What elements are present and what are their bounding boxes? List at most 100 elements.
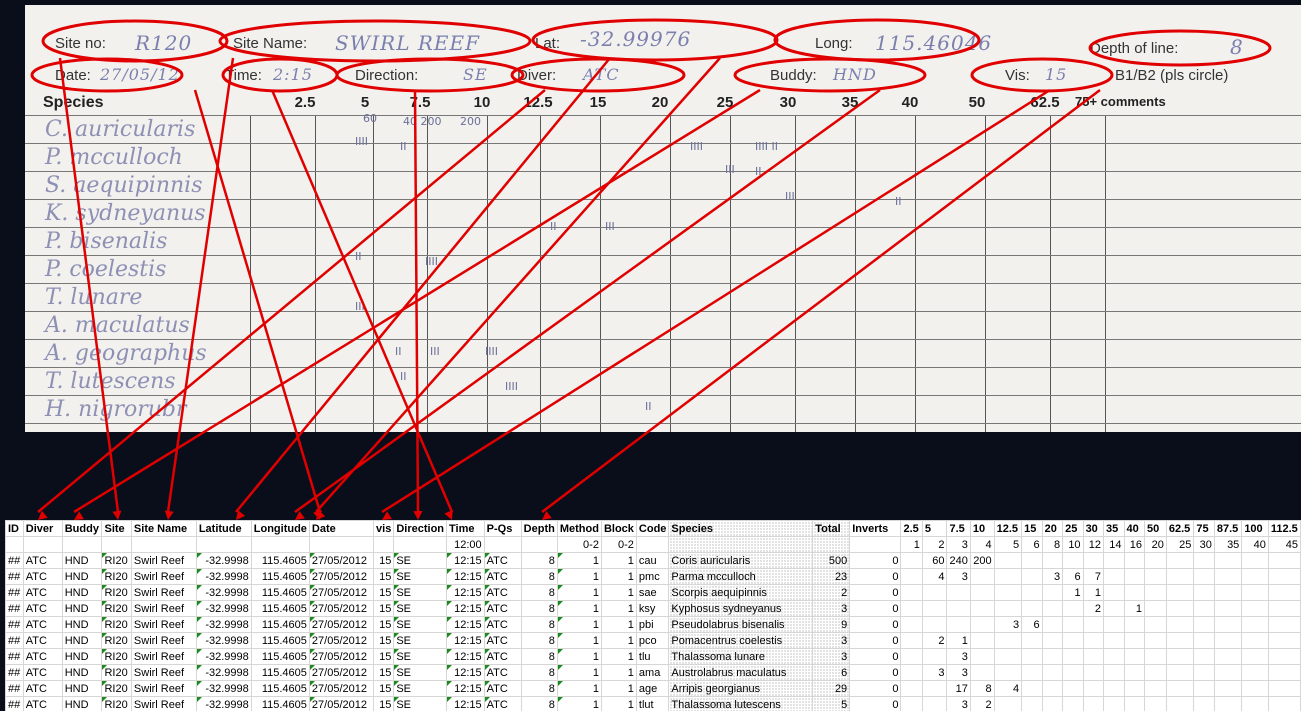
table-cell[interactable]: 3 xyxy=(993,616,1023,633)
table-cell[interactable]: 12 xyxy=(1082,536,1105,553)
table-cell[interactable]: 1 xyxy=(556,616,602,633)
table-cell[interactable] xyxy=(1193,664,1215,681)
table-cell[interactable] xyxy=(1165,648,1195,665)
table-cell[interactable]: -32.9998 xyxy=(195,584,252,601)
table-cell[interactable]: 8 xyxy=(520,600,558,617)
table-cell[interactable] xyxy=(1021,584,1043,601)
table-cell[interactable]: ama xyxy=(635,664,670,681)
table-cell[interactable]: 15 xyxy=(373,648,395,665)
table-cell[interactable]: 1 xyxy=(556,664,602,681)
table-cell[interactable]: 15 xyxy=(373,616,395,633)
table-cell[interactable]: 23 xyxy=(812,568,851,585)
table-cell[interactable]: ## xyxy=(5,696,24,711)
table-cell[interactable] xyxy=(1123,696,1146,711)
table-cell[interactable]: ## xyxy=(5,664,24,681)
table-cell[interactable] xyxy=(900,648,923,665)
table-cell[interactable]: HND xyxy=(61,616,103,633)
table-cell[interactable]: Buddy xyxy=(61,520,103,537)
table-cell[interactable]: 115.4605 xyxy=(250,568,310,585)
table-cell[interactable] xyxy=(5,536,24,553)
table-cell[interactable] xyxy=(1062,664,1084,681)
table-cell[interactable]: 3 xyxy=(1041,568,1064,585)
table-cell[interactable] xyxy=(635,536,670,553)
table-cell[interactable]: tlu xyxy=(635,648,670,665)
table-cell[interactable]: Kyphosus sydneyanus xyxy=(668,600,814,617)
table-cell[interactable] xyxy=(1241,584,1269,601)
table-cell[interactable]: 6 xyxy=(1021,616,1043,633)
table-cell[interactable]: 8 xyxy=(520,648,558,665)
table-cell[interactable]: 8 xyxy=(520,552,558,569)
table-cell[interactable]: 115.4605 xyxy=(250,584,310,601)
table-cell[interactable]: 1 xyxy=(600,584,637,601)
table-cell[interactable]: ATC xyxy=(483,600,522,617)
table-cell[interactable] xyxy=(1123,648,1146,665)
table-cell[interactable] xyxy=(1267,696,1301,711)
table-cell[interactable]: 35 xyxy=(1103,520,1125,537)
table-cell[interactable]: 10 xyxy=(1062,536,1084,553)
table-cell[interactable] xyxy=(1021,632,1043,649)
table-cell[interactable]: 200 xyxy=(969,552,995,569)
table-cell[interactable] xyxy=(1193,568,1215,585)
table-cell[interactable] xyxy=(1144,696,1167,711)
table-cell[interactable] xyxy=(1144,632,1167,649)
table-cell[interactable]: ATC xyxy=(483,664,522,681)
table-cell[interactable] xyxy=(1021,664,1043,681)
table-cell[interactable]: SE xyxy=(393,664,448,681)
table-cell[interactable] xyxy=(1103,584,1125,601)
table-cell[interactable]: 15 xyxy=(373,696,395,711)
table-cell[interactable]: ID xyxy=(5,520,24,537)
table-cell[interactable] xyxy=(1123,664,1146,681)
table-cell[interactable]: ## xyxy=(5,648,24,665)
table-cell[interactable]: 1 xyxy=(556,680,602,697)
table-cell[interactable] xyxy=(993,568,1023,585)
table-cell[interactable]: 240 xyxy=(946,552,971,569)
table-cell[interactable]: 115.4605 xyxy=(250,664,310,681)
spreadsheet[interactable]: ID Diver Buddy Site Site Name Latitude Longitu… xyxy=(5,520,1301,711)
table-cell[interactable]: 2 xyxy=(921,536,948,553)
table-cell[interactable]: 27/05/2012 xyxy=(308,632,375,649)
table-cell[interactable]: RI20 xyxy=(101,568,132,585)
table-cell[interactable]: 1 xyxy=(600,680,637,697)
table-cell[interactable] xyxy=(1041,616,1064,633)
table-cell[interactable]: 15 xyxy=(373,664,395,681)
table-cell[interactable] xyxy=(668,536,814,553)
table-cell[interactable]: 35 xyxy=(1213,536,1243,553)
table-cell[interactable] xyxy=(921,648,948,665)
table-cell[interactable]: 3 xyxy=(946,696,971,711)
table-cell[interactable] xyxy=(1165,616,1195,633)
table-cell[interactable]: pbi xyxy=(635,616,670,633)
table-cell[interactable] xyxy=(1062,632,1084,649)
table-cell[interactable]: 0 xyxy=(849,680,902,697)
table-cell[interactable]: ATC xyxy=(22,648,63,665)
table-cell[interactable]: -32.9998 xyxy=(195,568,252,585)
table-cell[interactable]: HND xyxy=(61,600,103,617)
table-cell[interactable]: Method xyxy=(556,520,602,537)
table-cell[interactable]: 15 xyxy=(373,680,395,697)
table-cell[interactable] xyxy=(1082,696,1105,711)
table-cell[interactable]: 16 xyxy=(1123,536,1146,553)
table-cell[interactable] xyxy=(1267,568,1301,585)
table-cell[interactable]: 1 xyxy=(900,536,923,553)
table-cell[interactable]: 6 xyxy=(1062,568,1084,585)
table-cell[interactable] xyxy=(1165,696,1195,711)
table-cell[interactable]: 1 xyxy=(600,632,637,649)
table-cell[interactable] xyxy=(1041,680,1064,697)
table-cell[interactable]: 12:15 xyxy=(446,600,485,617)
table-cell[interactable]: 115.4605 xyxy=(250,648,310,665)
table-cell[interactable]: ATC xyxy=(22,600,63,617)
table-cell[interactable]: 20 xyxy=(1144,536,1167,553)
table-cell[interactable]: 3 xyxy=(812,600,851,617)
table-cell[interactable]: 115.4605 xyxy=(250,696,310,711)
table-cell[interactable]: 8 xyxy=(520,664,558,681)
table-cell[interactable] xyxy=(1082,616,1105,633)
table-cell[interactable]: 3 xyxy=(921,664,948,681)
table-cell[interactable]: Thalassoma lutescens xyxy=(668,696,814,711)
table-cell[interactable] xyxy=(1241,680,1269,697)
table-cell[interactable]: RI20 xyxy=(101,648,132,665)
table-cell[interactable]: Parma mcculloch xyxy=(668,568,814,585)
table-cell[interactable]: 27/05/2012 xyxy=(308,584,375,601)
table-cell[interactable]: 4 xyxy=(969,536,995,553)
table-cell[interactable]: 1 xyxy=(600,616,637,633)
table-cell[interactable]: ATC xyxy=(483,648,522,665)
table-cell[interactable]: SE xyxy=(393,632,448,649)
